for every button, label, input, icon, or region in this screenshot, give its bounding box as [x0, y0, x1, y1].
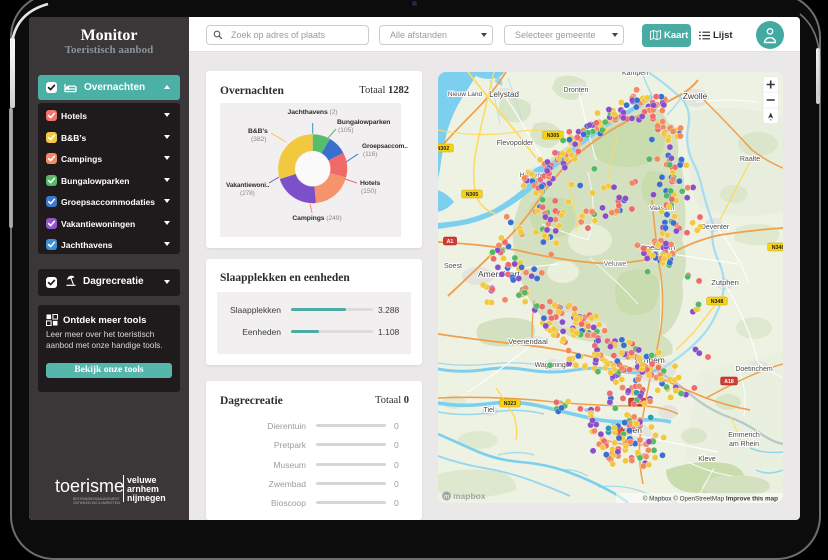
svg-text:Kampen: Kampen	[622, 72, 648, 77]
svg-text:Soest: Soest	[444, 263, 462, 270]
svg-text:Raalte: Raalte	[740, 156, 760, 163]
svg-text:Doetinchem: Doetinchem	[735, 366, 773, 373]
svg-text:N348: N348	[711, 299, 724, 305]
svg-text:Dronten: Dronten	[564, 87, 589, 94]
svg-text:Zwolle: Zwolle	[683, 91, 708, 101]
svg-text:A1: A1	[447, 239, 454, 245]
svg-text:N305: N305	[547, 133, 560, 139]
svg-text:Emmerich: Emmerich	[728, 432, 760, 439]
svg-text:m: m	[444, 494, 449, 501]
svg-text:Zutphen: Zutphen	[711, 278, 739, 287]
svg-text:N302: N302	[438, 146, 449, 152]
svg-text:© Mapbox © OpenStreetMap Impro: © Mapbox © OpenStreetMap Improve this ma…	[643, 495, 778, 503]
svg-text:Veluwe: Veluwe	[604, 261, 627, 268]
svg-text:N305: N305	[466, 192, 479, 198]
svg-text:Veenendaal: Veenendaal	[508, 337, 548, 346]
svg-text:Nieuw Land: Nieuw Land	[448, 91, 483, 98]
svg-text:Kleve: Kleve	[698, 456, 716, 463]
svg-text:Lelystad: Lelystad	[489, 90, 519, 99]
svg-text:mapbox: mapbox	[453, 491, 486, 501]
svg-text:N348: N348	[772, 245, 783, 251]
svg-text:am Rhein: am Rhein	[729, 441, 759, 448]
svg-text:Deventer: Deventer	[701, 224, 730, 231]
svg-text:Tiel: Tiel	[483, 407, 494, 414]
svg-text:A18: A18	[724, 379, 734, 385]
svg-text:Flevopolder: Flevopolder	[497, 140, 534, 147]
svg-text:N323: N323	[504, 401, 517, 407]
